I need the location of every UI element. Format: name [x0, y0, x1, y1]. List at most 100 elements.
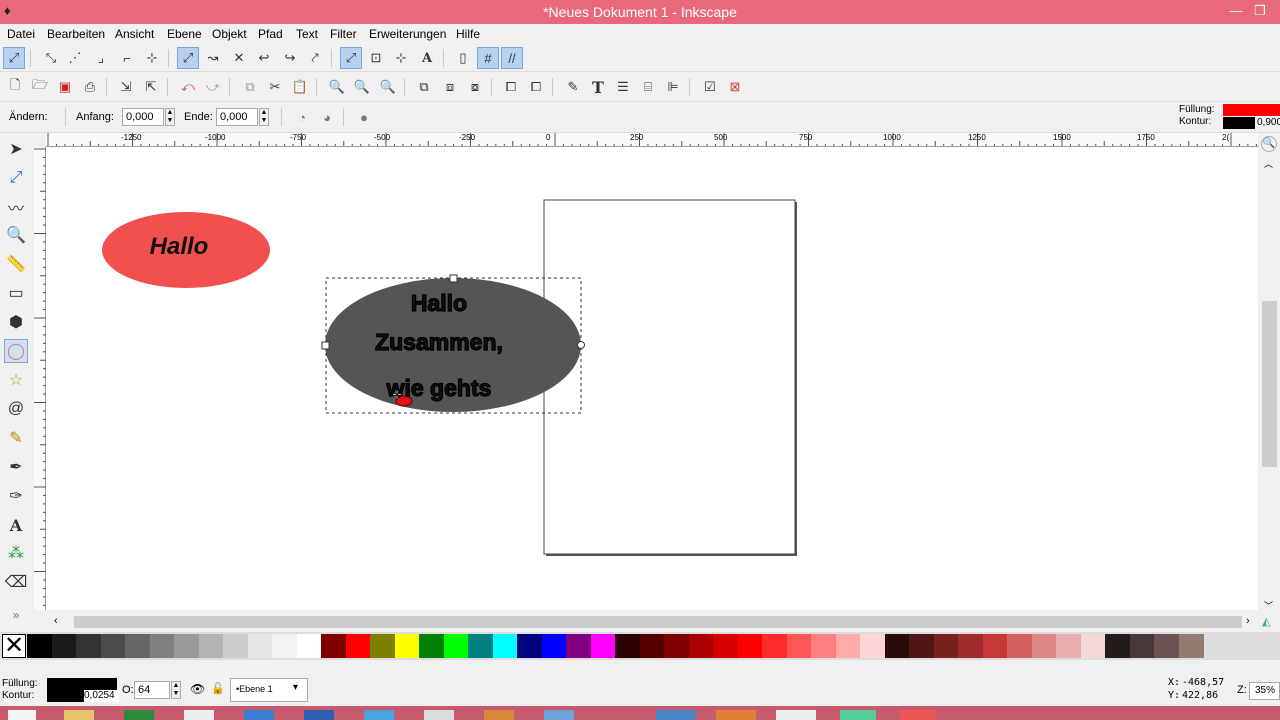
snap-bbox-edge-icon[interactable]: ⋰	[64, 47, 86, 69]
spiral-tool-icon[interactable]: @	[4, 397, 28, 421]
color-swatch[interactable]	[198, 634, 224, 658]
snap-intersections-icon[interactable]: ✕	[228, 47, 250, 69]
zoom-tool-icon[interactable]: 🔍	[4, 223, 28, 247]
color-swatch[interactable]	[272, 634, 297, 658]
left-handle[interactable]	[321, 341, 330, 350]
color-swatch[interactable]	[713, 634, 738, 658]
color-swatch[interactable]	[615, 634, 640, 658]
color-swatch[interactable]	[639, 634, 665, 658]
ungroup-icon[interactable]: ⧠	[525, 76, 547, 98]
spray-tool-icon[interactable]: ⁂	[4, 541, 28, 565]
copy-icon[interactable]: ⧉	[239, 76, 261, 98]
color-swatch[interactable]	[149, 634, 175, 658]
color-swatch[interactable]	[174, 634, 199, 658]
menu-hilfe[interactable]: Hilfe	[456, 27, 480, 41]
snap-center-icon[interactable]: ⊡	[365, 47, 387, 69]
color-swatch[interactable]	[688, 634, 714, 658]
snap-midpoint-icon[interactable]: ⤤	[304, 47, 326, 69]
snap-bbox-corner-icon[interactable]: ⌟	[90, 47, 112, 69]
more-tools-icon[interactable]: »	[4, 603, 28, 627]
snap-nodes-button[interactable]: ⤢	[177, 47, 199, 69]
taskbar-excel-icon[interactable]	[124, 710, 154, 720]
color-swatch[interactable]	[762, 634, 787, 658]
vertical-scroll-thumb[interactable]	[1262, 301, 1277, 467]
redo-icon[interactable]: ⤻	[202, 76, 224, 98]
menu-bearbeiten[interactable]: Bearbeiten	[47, 27, 105, 41]
menu-erweiterungen[interactable]: Erweiterungen	[369, 27, 446, 41]
node-tool-icon[interactable]: ⤢	[4, 166, 28, 190]
layer-select[interactable]: •Ebene 1 ▾	[230, 678, 308, 702]
make-segment-icon[interactable]: ◔	[291, 106, 313, 128]
vertical-scrollbar[interactable]: 🔍 ︿ ﹀	[1258, 133, 1280, 613]
color-swatch[interactable]	[1056, 634, 1081, 658]
color-swatch[interactable]	[223, 634, 248, 658]
scroll-up-icon[interactable]: ︿	[1264, 157, 1273, 170]
align-distribute-icon[interactable]: ⊫	[662, 76, 684, 98]
color-swatch[interactable]	[982, 634, 1008, 658]
color-swatch[interactable]	[394, 634, 420, 658]
3d-box-tool-icon[interactable]: ⬢	[4, 310, 28, 334]
color-swatch[interactable]	[860, 634, 885, 658]
print-icon[interactable]: ⎙	[79, 76, 101, 98]
color-swatch[interactable]	[247, 634, 273, 658]
duplicate-icon[interactable]: ⧉	[413, 76, 435, 98]
zoom-page-icon[interactable]: 🔍	[377, 76, 399, 98]
make-arc-icon[interactable]: ◕	[316, 106, 338, 128]
right-handle[interactable]	[577, 341, 585, 349]
color-swatch[interactable]	[419, 634, 444, 658]
end-angle-stepper[interactable]: ▲ ▼	[259, 108, 269, 126]
color-swatch[interactable]	[566, 634, 591, 658]
snap-cusp-icon[interactable]: ↩	[253, 47, 275, 69]
start-angle-input[interactable]	[122, 108, 164, 126]
horizontal-scroll-thumb[interactable]	[74, 616, 1242, 628]
eraser-tool-icon[interactable]: ⌫	[4, 570, 28, 594]
document-properties-icon[interactable]: ☑	[699, 76, 721, 98]
pencil-tool-icon[interactable]: ✎	[4, 426, 28, 450]
color-swatch[interactable]	[664, 634, 689, 658]
status-fill-swatch[interactable]	[47, 678, 117, 690]
group-icon[interactable]: ⧠	[500, 76, 522, 98]
menu-text[interactable]: Text	[296, 27, 318, 41]
gray-ellipse-text-line1[interactable]: Hallo	[410, 289, 467, 316]
menu-datei[interactable]: Datei	[7, 27, 35, 41]
taskbar-app-icon[interactable]	[244, 710, 274, 720]
snap-bbox-center-icon[interactable]: ⊹	[141, 47, 163, 69]
color-swatch[interactable]	[296, 634, 322, 658]
color-swatch[interactable]	[958, 634, 983, 658]
scroll-down-icon[interactable]: ﹀	[1264, 599, 1273, 612]
layer-visibility-icon[interactable]: 👁	[190, 682, 205, 696]
color-swatch[interactable]	[933, 634, 959, 658]
color-swatch[interactable]	[443, 634, 469, 658]
taskbar-word-icon[interactable]	[304, 710, 334, 720]
snap-page-icon[interactable]: ▯	[452, 47, 474, 69]
tweak-tool-icon[interactable]: 〰	[4, 195, 28, 219]
color-swatch[interactable]	[786, 634, 812, 658]
maximize-button[interactable]: ❐	[1250, 2, 1270, 20]
color-swatch[interactable]	[909, 634, 934, 658]
menu-pfad[interactable]: Pfad	[258, 27, 283, 41]
color-swatch[interactable]	[590, 634, 616, 658]
end-angle-input[interactable]	[216, 108, 258, 126]
export-icon[interactable]: ⇱	[140, 76, 162, 98]
horizontal-scrollbar[interactable]: ‹ ›	[46, 613, 1258, 631]
taskbar-app-icon[interactable]	[544, 710, 574, 720]
menu-ebene[interactable]: Ebene	[167, 27, 202, 41]
gray-ellipse-text-line2[interactable]: Zusammen,	[374, 328, 503, 355]
snap-text-baseline-icon[interactable]: A	[416, 47, 438, 69]
color-swatch[interactable]	[27, 634, 52, 658]
open-icon[interactable]: 🗁	[29, 76, 51, 98]
color-swatch[interactable]	[835, 634, 861, 658]
top-handle[interactable]	[449, 274, 458, 283]
opacity-stepper[interactable]: ▲ ▼	[171, 681, 181, 699]
scroll-left-icon[interactable]: ‹	[54, 615, 58, 627]
zoom-drawing-icon[interactable]: 🔍	[351, 76, 373, 98]
snap-guide-button[interactable]: //	[501, 47, 523, 69]
start-button[interactable]	[8, 710, 36, 720]
no-color-swatch[interactable]: ✕	[2, 634, 26, 658]
import-icon[interactable]: ⇲	[115, 76, 137, 98]
taskbar-app-icon[interactable]	[900, 710, 936, 720]
minimize-button[interactable]: —	[1226, 2, 1246, 20]
color-swatch[interactable]	[737, 634, 763, 658]
menu-objekt[interactable]: Objekt	[212, 27, 247, 41]
pen-tool-icon[interactable]: ✒	[4, 455, 28, 479]
